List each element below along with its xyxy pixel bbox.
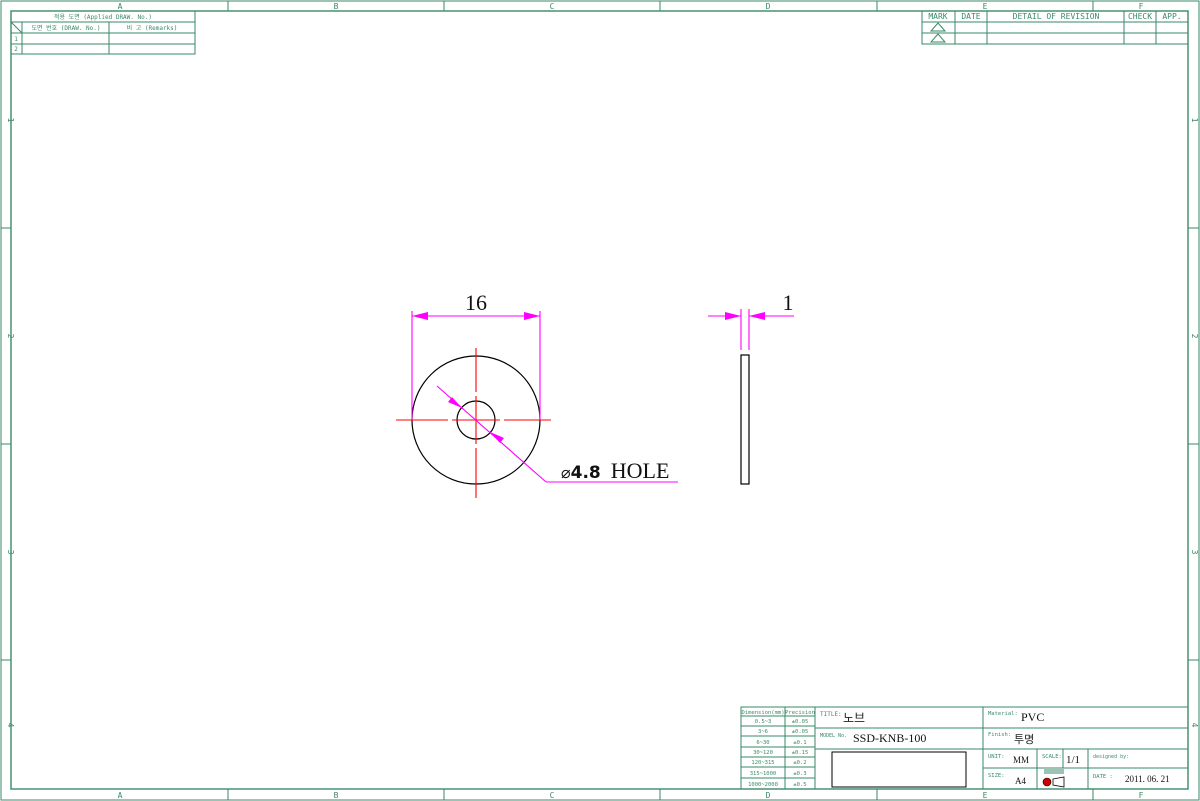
- title-block: TITLE: 노브 MODEL No. SSD-KNB-100 Material…: [814, 706, 1189, 790]
- applied-table-header: 적용 도면 (Applied DRAW. No.): [54, 13, 152, 21]
- col-label-bottom-e: E: [983, 791, 988, 800]
- row-label-right-2: 2: [1190, 334, 1199, 339]
- col-label-bottom-a: A: [118, 791, 123, 800]
- projection-symbol-icon: [1042, 769, 1065, 788]
- tolerance-precision-cell: ±0.05: [792, 729, 809, 735]
- row-label-right-4: 4: [1190, 723, 1199, 728]
- tolerance-dimension-cell: 30~120: [753, 750, 773, 756]
- material-value: PVC: [1021, 710, 1044, 724]
- tolerance-table: Dimension(mm) Precision 0.5~3 ±0.05 3~6 ±0.…: [740, 706, 816, 790]
- tolerance-precision-cell: ±0.2: [793, 760, 806, 766]
- tolerance-dimension-cell: 6~30: [756, 740, 769, 746]
- applied-table-col-drawing-no: 도면 번호 (DRAW. No.): [31, 24, 100, 32]
- tolerance-header-dimension: Dimension(mm): [741, 710, 784, 716]
- scale-label: SCALE:: [1042, 754, 1062, 760]
- col-label-top-a: A: [118, 2, 123, 11]
- col-label-top-c: C: [550, 2, 555, 11]
- tolerance-header-precision: Precision: [785, 710, 815, 716]
- col-label-bottom-b: B: [334, 791, 339, 800]
- tolerance-dimension-cell: 1000~2000: [748, 782, 778, 788]
- tolerance-precision-cell: ±0.15: [792, 750, 809, 756]
- row-label-right-1: 1: [1190, 118, 1199, 123]
- center-lines: [396, 348, 551, 498]
- material-label: Material:: [988, 711, 1018, 717]
- revision-header-date: DATE: [961, 12, 980, 21]
- unit-label: UNIT:: [988, 754, 1005, 760]
- size-label: SIZE:: [988, 773, 1005, 779]
- revision-triangle-1-icon: [929, 22, 947, 32]
- revision-table: MARK DATE DETAIL OF REVISION CHECK APP.: [921, 10, 1189, 45]
- washer-side-profile: [740, 354, 750, 485]
- hole-word: HOLE: [611, 458, 670, 483]
- hole-callout: ⌀4.8 HOLE: [561, 458, 669, 483]
- finish-value: 투명: [1014, 733, 1034, 746]
- tolerance-precision-cell: ±0.3: [793, 771, 806, 777]
- hole-size: 4.8: [571, 463, 601, 483]
- model-value: SSD-KNB-100: [853, 731, 926, 745]
- drawing-frame: A B C D E F A B C D E F 1 2 3 4 1 2 3 4: [0, 0, 1200, 801]
- title-value: 노브: [843, 711, 865, 725]
- tolerance-dimension-cell: 315~1000: [750, 771, 777, 777]
- designed-label: designed by:: [1093, 754, 1129, 760]
- size-value: A4: [1015, 776, 1026, 786]
- tolerance-dimension-cell: 0.5~3: [755, 719, 772, 725]
- col-label-top-f: F: [1139, 2, 1144, 11]
- finish-label: Finish:: [988, 732, 1011, 738]
- revision-header-app: APP.: [1162, 12, 1181, 21]
- model-label: MODEL No.: [820, 733, 847, 739]
- diameter-symbol-icon: ⌀: [561, 465, 571, 482]
- signature-box: [831, 751, 967, 788]
- tolerance-precision-cell: ±0.1: [793, 740, 806, 746]
- thickness-label: 1: [783, 290, 794, 315]
- tolerance-precision-cell: ±0.5: [793, 782, 806, 788]
- revision-header-detail: DETAIL OF REVISION: [1013, 12, 1100, 21]
- col-label-bottom-d: D: [766, 791, 771, 800]
- title-label: TITLE:: [820, 711, 842, 718]
- tolerance-dimension-cell: 3~6: [758, 729, 768, 735]
- tolerance-precision-cell: ±0.05: [792, 719, 809, 725]
- scale-value: 1/1: [1066, 754, 1080, 766]
- col-label-top-b: B: [334, 2, 339, 11]
- front-view: 16 ⌀4.8 HOLE: [396, 290, 678, 498]
- row-label-left-4: 4: [6, 723, 15, 728]
- col-label-top-e: E: [983, 2, 988, 11]
- outer-diameter-label: 16: [465, 290, 487, 315]
- applied-table-row-2: 2: [14, 46, 18, 53]
- revision-header-mark: MARK: [928, 12, 947, 21]
- unit-value: MM: [1013, 755, 1029, 765]
- side-view: 1: [708, 290, 794, 485]
- tolerance-dimension-cell: 120~315: [751, 760, 774, 766]
- row-label-left-3: 3: [6, 550, 15, 555]
- thickness-dimension: [708, 309, 794, 350]
- col-label-bottom-f: F: [1139, 791, 1144, 800]
- col-label-top-d: D: [766, 2, 771, 11]
- row-label-left-2: 2: [6, 334, 15, 339]
- col-label-bottom-c: C: [550, 791, 555, 800]
- engineering-drawing: A B C D E F A B C D E F 1 2 3 4 1 2 3 4: [0, 0, 1200, 801]
- revision-triangle-2-icon: [929, 33, 947, 43]
- date-label: DATE :: [1093, 774, 1113, 780]
- row-label-right-3: 3: [1190, 550, 1199, 555]
- row-label-left-1: 1: [6, 118, 15, 123]
- date-value: 2011. 06. 21: [1125, 774, 1170, 784]
- revision-header-check: CHECK: [1128, 12, 1152, 21]
- applied-table-row-1: 1: [14, 36, 18, 43]
- applied-drawing-table: 적용 도면 (Applied DRAW. No.) 도면 번호 (DRAW. N…: [10, 10, 196, 55]
- applied-table-col-remarks: 비 고 (Remarks): [127, 24, 178, 32]
